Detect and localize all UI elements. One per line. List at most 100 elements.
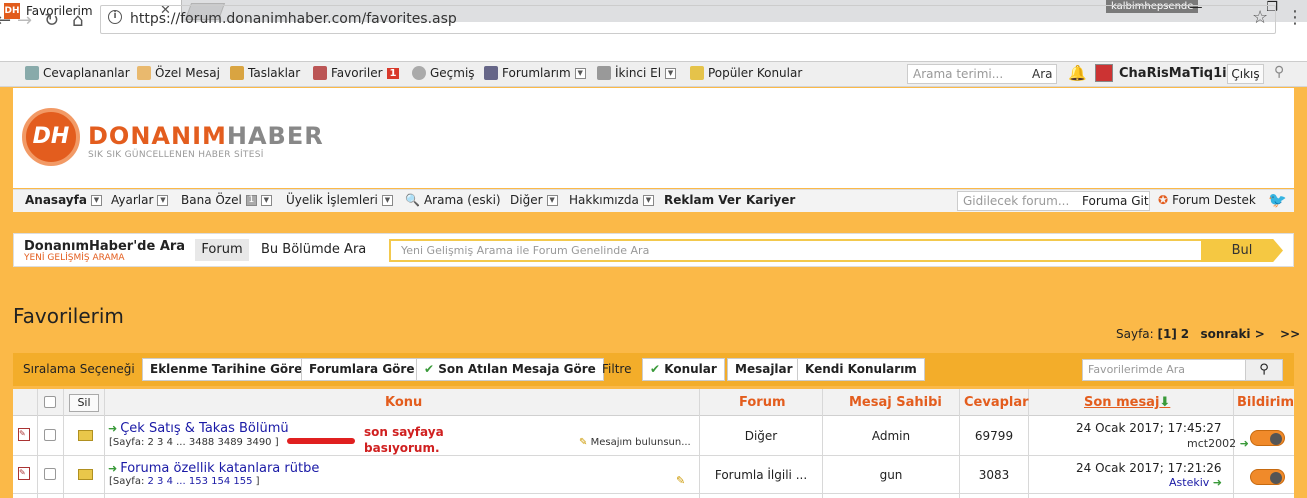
delete-button[interactable]: Sil [69, 394, 99, 412]
forward-icon[interactable]: → [17, 10, 32, 31]
goto-last-icon[interactable]: ➜ [1213, 476, 1222, 489]
table-row[interactable]: ➜ Çek Satış & Takas Bölümü [108, 421, 289, 436]
nav-kariyer[interactable]: Kariyer [746, 193, 795, 207]
filter-topics-button[interactable]: ✔ Konular [642, 358, 725, 381]
search-panel-subtitle: YENİ GELİŞMİŞ ARAMA [24, 253, 125, 263]
chevron-down-icon[interactable]: ▼ [642, 194, 654, 206]
chevron-down-icon[interactable]: ▼ [574, 67, 586, 79]
info-icon[interactable]: i [108, 10, 122, 24]
nav-hakkimizda[interactable]: Hakkımızda ▼ [569, 193, 654, 207]
pager-last[interactable]: >> [1280, 327, 1300, 341]
chevron-down-icon[interactable]: ▼ [90, 194, 102, 206]
row-owner[interactable]: gun [823, 468, 959, 482]
toolbar-ozel-mesaj[interactable]: Özel Mesaj [137, 66, 220, 80]
header-forum[interactable]: Forum [739, 395, 786, 410]
twitter-icon[interactable]: 🐦 [1268, 191, 1287, 209]
url-scheme: https:// [130, 11, 181, 27]
search-scope-forum[interactable]: Forum [195, 239, 249, 261]
header-notify: Bildirim [1237, 395, 1294, 410]
chevron-down-icon[interactable]: ▼ [260, 194, 272, 206]
reload-icon[interactable]: ↻ [44, 10, 59, 31]
new-post-arrow-icon[interactable]: ➜ [108, 422, 117, 435]
row-checkbox[interactable] [44, 429, 56, 441]
nav-bana-ozel[interactable]: Bana Özel 1 ▼ [181, 193, 272, 207]
new-post-arrow-icon[interactable]: ➜ [108, 462, 117, 475]
chevron-down-icon[interactable]: ▼ [665, 67, 677, 79]
search-icon[interactable]: ⚲ [1245, 360, 1282, 380]
select-all-checkbox[interactable] [44, 396, 56, 408]
toolbar-forumlarim[interactable]: Forumlarım ▼ [484, 66, 586, 80]
topic-pages: [Sayfa: 2 3 4 ... 3488 3489 3490 ] [109, 437, 279, 448]
row-forum[interactable]: Forumla İlgili ... [700, 468, 822, 482]
logout-button[interactable]: Çıkış [1227, 64, 1264, 84]
nav-anasayfa[interactable]: Anasayfa ▼ [25, 193, 102, 207]
search-button[interactable]: Bul [1201, 239, 1283, 262]
row-checkbox[interactable] [44, 468, 56, 480]
sort-forum-button[interactable]: Forumlara Göre [301, 358, 423, 381]
toolbar-ikinci-el[interactable]: İkinci El ▼ [597, 66, 677, 80]
notify-toggle[interactable] [1250, 430, 1285, 446]
table-row[interactable]: ➜ Foruma özellik katanlara rütbe [108, 461, 319, 476]
annotation-text: son sayfaya basıyorum. [364, 424, 444, 456]
pin-icon[interactable]: ⚲ [1274, 64, 1284, 80]
menu-icon[interactable]: ⋮ [1286, 7, 1304, 28]
home-icon[interactable]: ⌂ [72, 10, 83, 31]
header-last-message[interactable]: Son mesaj⬇ [1084, 395, 1170, 410]
topic-page-links[interactable]: 2 3 4 ... 153 154 155 [148, 476, 253, 487]
topic-title[interactable]: Çek Satış & Takas Bölümü [120, 421, 288, 436]
reply-icon [25, 66, 39, 80]
back-icon[interactable]: ← [0, 10, 11, 31]
nav-label: Ayarlar [111, 193, 154, 207]
logo-name[interactable]: DONANIMHABER [88, 122, 324, 150]
row-last-user[interactable]: mct2002 ➜ [1187, 437, 1249, 450]
advanced-search-placeholder: Yeni Gelişmiş Arama ile Forum Genelinde … [401, 244, 650, 257]
filter-messages-button[interactable]: Mesajlar [727, 358, 801, 381]
nav-ayarlar[interactable]: Ayarlar ▼ [111, 193, 169, 207]
filter-own-button[interactable]: Kendi Konularım [797, 358, 925, 381]
row-owner[interactable]: Admin [823, 429, 959, 443]
avatar[interactable] [1095, 64, 1113, 82]
nav-reklam-ver[interactable]: Reklam Ver [664, 193, 741, 207]
chevron-down-icon[interactable]: ▼ [157, 194, 169, 206]
topic-title[interactable]: Foruma özellik katanlara rütbe [120, 461, 319, 476]
bookmark-star-icon[interactable]: ☆ [1252, 7, 1268, 28]
logo-mark[interactable]: DH [22, 108, 80, 166]
chevron-down-icon[interactable]: ▼ [546, 194, 558, 206]
goto-forum-button[interactable]: Foruma Git [1082, 194, 1149, 208]
pages-suffix: ] [274, 437, 279, 448]
check-icon: ✔ [424, 362, 435, 376]
header-topic[interactable]: Konu [385, 395, 422, 410]
topic-page-links[interactable]: 2 3 4 ... 3488 3489 3490 [148, 437, 272, 448]
row-last-user[interactable]: Astekiv ➜ [1169, 476, 1222, 489]
toolbar-cevaplananlar[interactable]: Cevaplananlar [25, 66, 130, 80]
notify-toggle[interactable] [1250, 469, 1285, 485]
toolbar-favoriler[interactable]: Favoriler 1 [313, 66, 400, 80]
envelope-icon [137, 66, 151, 80]
goto-forum-placeholder: Gidilecek forum... [963, 194, 1070, 208]
search-scope-section[interactable]: Bu Bölümde Ara [261, 242, 366, 257]
header-replies[interactable]: Cevaplar [964, 395, 1029, 410]
row-divider [13, 455, 1294, 456]
sort-last-button[interactable]: ✔ Son Atılan Mesaja Göre [416, 358, 604, 381]
row-forum[interactable]: Diğer [700, 429, 822, 443]
pager-next[interactable]: sonraki > [1201, 327, 1265, 341]
toolbar-gecmis[interactable]: Geçmiş [412, 66, 475, 80]
header-owner[interactable]: Mesaj Sahibi [849, 395, 942, 410]
toolbar-taslaklar[interactable]: Taslaklar [230, 66, 300, 80]
sort-added-button[interactable]: Eklenme Tarihine Göre [142, 358, 311, 381]
nav-diger[interactable]: Diğer ▼ [510, 193, 558, 207]
url-text[interactable]: https://forum.donanimhaber.com/favorites… [130, 11, 457, 27]
nav-arama-eski[interactable]: 🔍 Arama (eski) [405, 193, 501, 207]
bell-icon[interactable]: 🔔 [1068, 64, 1087, 82]
username[interactable]: ChaRisMaTiq1i [1119, 66, 1227, 81]
column-divider [37, 389, 38, 498]
goto-last-icon[interactable]: ➜ [1240, 437, 1249, 450]
forum-destek-link[interactable]: ✪ Forum Destek [1158, 193, 1256, 207]
toolbar-populer-konular[interactable]: Popüler Konular [690, 66, 802, 80]
nav-uyelik-islemleri[interactable]: Üyelik İşlemleri ▼ [286, 193, 393, 207]
chevron-down-icon[interactable]: ▼ [381, 194, 393, 206]
annotation-line1: son sayfaya [364, 425, 444, 439]
top-search-button[interactable]: Ara [1032, 67, 1053, 81]
pagination: Sayfa: [1] 2 sonraki > >> [1116, 327, 1300, 341]
pager-page-2[interactable]: 2 [1181, 327, 1189, 341]
